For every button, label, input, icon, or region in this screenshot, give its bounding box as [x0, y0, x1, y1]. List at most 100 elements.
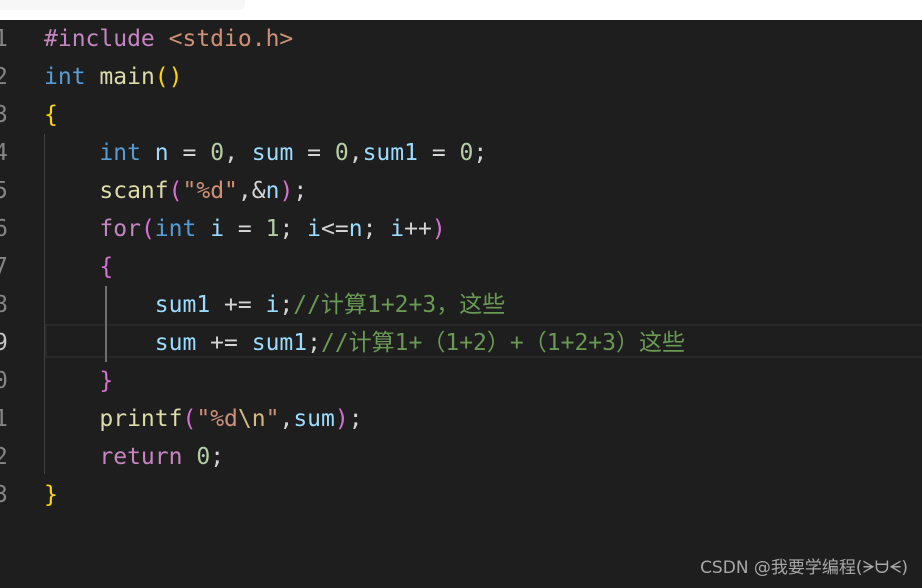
- line-code: }: [44, 476, 58, 514]
- code-token: n: [154, 140, 169, 166]
- code-line[interactable]: 5 scanf("%d",&n);: [0, 172, 922, 210]
- line-code: {: [44, 96, 58, 134]
- code-token: ,: [279, 406, 294, 432]
- code-token: 0: [210, 140, 225, 166]
- code-token: ;: [307, 330, 321, 356]
- code-token: int: [154, 216, 197, 242]
- code-token: "%d: [196, 406, 238, 432]
- code-token: sum1: [251, 330, 308, 356]
- code-token: return: [99, 444, 183, 470]
- code-token: {: [99, 254, 114, 280]
- line-number: 7: [0, 254, 8, 280]
- code-token: ++: [404, 216, 432, 242]
- line-number: 4: [0, 140, 8, 166]
- code-token: +=: [196, 330, 252, 356]
- top-strip: [0, 0, 922, 20]
- code-token: ;: [210, 444, 225, 470]
- code-token: (: [140, 216, 155, 242]
- code-line[interactable]: 6 for(int i = 1; i<=n; i++): [0, 210, 922, 248]
- line-code: int main(): [44, 58, 183, 96]
- code-token: =: [293, 140, 335, 166]
- code-line[interactable]: 7 {: [0, 248, 922, 286]
- line-code: sum += sum1;//计算1+（1+2）+（1+2+3）这些: [44, 324, 685, 362]
- line-code: {: [44, 248, 113, 286]
- line-code: scanf("%d",&n);: [44, 172, 307, 210]
- code-token: =: [168, 140, 211, 166]
- code-token: ": [265, 406, 280, 432]
- code-line[interactable]: 2 int main(): [0, 58, 922, 96]
- code-token: scanf: [99, 178, 169, 204]
- line-number: 6: [0, 216, 8, 242]
- line-number: 1: [0, 26, 8, 52]
- code-line[interactable]: 4 int n = 0, sum = 0,sum1 = 0;: [0, 134, 922, 172]
- code-token: <=: [321, 216, 349, 242]
- code-token: #include: [44, 26, 155, 52]
- line-number: 2: [0, 64, 8, 90]
- code-editor[interactable]: 1 #include <stdio.h> 2 int main() 3{4 int n …: [0, 20, 922, 588]
- code-token: 0: [459, 140, 474, 166]
- line-number: 5: [0, 178, 8, 204]
- code-line[interactable]: 3{: [0, 96, 922, 134]
- code-token: =: [417, 140, 460, 166]
- code-token: for: [99, 216, 141, 242]
- code-line[interactable]: 0 }: [0, 362, 922, 400]
- line-code: sum1 += i;//计算1+2+3，这些: [44, 286, 505, 324]
- code-token: ): [431, 216, 446, 242]
- code-token: i: [210, 216, 225, 242]
- code-line[interactable]: 2 return 0;: [0, 438, 922, 476]
- code-token: =: [224, 216, 266, 242]
- code-token: ): [334, 406, 349, 432]
- code-token: n: [348, 216, 363, 242]
- top-search-box: [0, 0, 245, 10]
- line-number: 9: [0, 330, 8, 356]
- line-number: 2: [0, 444, 8, 470]
- code-token: sum: [154, 330, 197, 356]
- code-line[interactable]: 9 sum += sum1;//计算1+（1+2）+（1+2+3）这些: [0, 324, 922, 362]
- line-code: }: [44, 362, 113, 400]
- code-token: ,: [224, 140, 252, 166]
- code-token: ;: [279, 216, 308, 242]
- code-token: ;: [473, 140, 488, 166]
- line-number: 1: [0, 406, 8, 432]
- code-token: }: [99, 368, 114, 394]
- code-token: <stdio.h>: [168, 26, 294, 52]
- line-number: 8: [0, 292, 8, 318]
- code-token: 0: [196, 444, 211, 470]
- code-line[interactable]: 3}: [0, 476, 922, 514]
- code-line[interactable]: 1 printf("%d\n",sum);: [0, 400, 922, 438]
- code-token: sum1: [362, 140, 418, 166]
- code-token: main: [99, 64, 155, 90]
- line-code: int n = 0, sum = 0,sum1 = 0;: [44, 134, 487, 172]
- code-token: }: [44, 482, 58, 508]
- code-token: sum: [251, 140, 294, 166]
- line-code: for(int i = 1; i<=n; i++): [44, 210, 446, 248]
- code-token: //计算1+2+3，这些: [293, 292, 506, 318]
- code-token: n: [265, 178, 280, 204]
- line-number: 0: [0, 368, 8, 394]
- code-token: int: [44, 64, 86, 90]
- code-token: printf: [99, 406, 183, 432]
- code-token: ,&: [237, 178, 266, 204]
- code-token: (): [154, 64, 183, 90]
- code-line[interactable]: 1 #include <stdio.h>: [0, 20, 922, 58]
- code-token: //计算1+（1+2）+（1+2+3）这些: [320, 330, 685, 356]
- code-line[interactable]: 8 sum1 += i;//计算1+2+3，这些: [0, 286, 922, 324]
- line-number: 3: [0, 102, 8, 128]
- code-token: sum1: [154, 292, 211, 318]
- code-token: (: [168, 178, 183, 204]
- csdn-watermark: CSDN @我要学编程(ᗒᗨᗕ): [700, 558, 908, 578]
- line-code: printf("%d\n",sum);: [44, 400, 362, 438]
